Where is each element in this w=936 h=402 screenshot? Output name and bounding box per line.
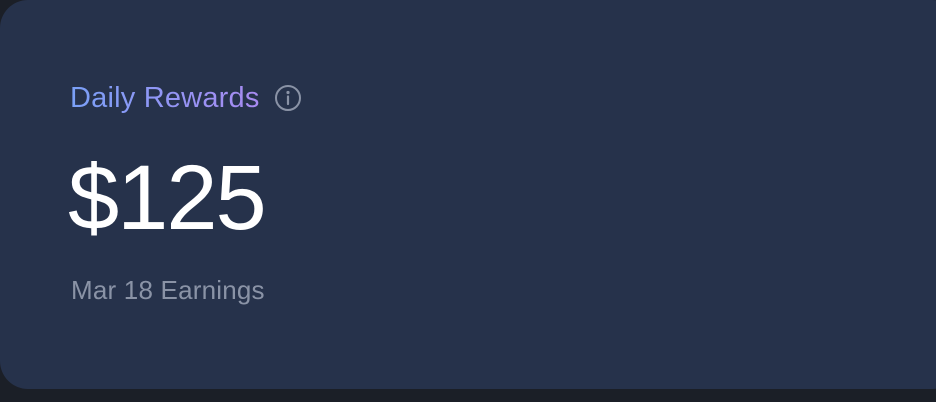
info-circle-icon[interactable] xyxy=(274,84,302,112)
earnings-date-label: Mar 18 Earnings xyxy=(71,275,265,305)
daily-rewards-card: Daily Rewards $125 Mar 18 Earnings xyxy=(0,0,936,389)
reward-amount: $125 xyxy=(68,147,267,249)
card-header: Daily Rewards xyxy=(70,80,302,116)
card-title: Daily Rewards xyxy=(70,82,260,114)
